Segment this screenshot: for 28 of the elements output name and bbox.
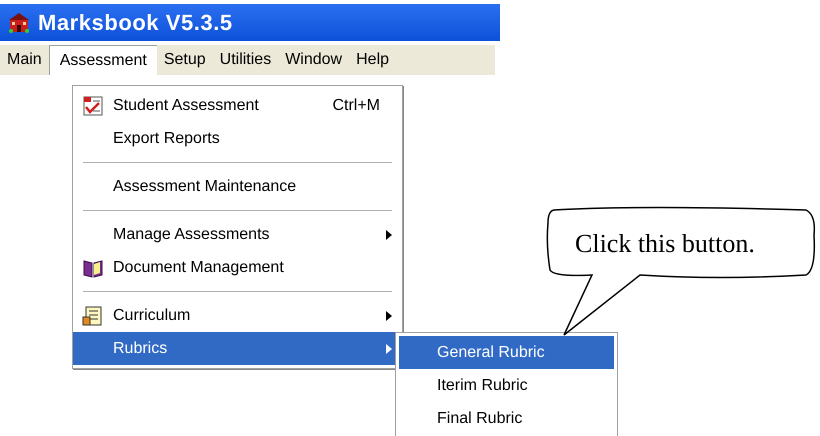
menu-item-label: Student Assessment — [113, 96, 260, 116]
menu-bar-item[interactable]: Window — [278, 45, 350, 75]
menu-item-label: Curriculum — [113, 306, 192, 326]
menu-bar-item[interactable]: Utilities — [212, 45, 278, 75]
menu-item[interactable]: Curriculum — [73, 299, 402, 332]
menu-bar-item[interactable]: Help — [349, 45, 396, 75]
menu-item[interactable]: Export Reports — [73, 122, 402, 155]
menu-bar-item[interactable]: Setup — [156, 45, 213, 75]
menu-item-label: Rubrics — [113, 338, 168, 358]
menu-item-label: Document Management — [113, 258, 285, 278]
menu-item-label: Export Reports — [113, 128, 221, 148]
menu-item[interactable]: Iterim Rubric — [399, 369, 614, 402]
menu-item[interactable]: General Rubric — [399, 336, 614, 369]
menu-bar-item[interactable]: Main — [0, 45, 49, 75]
menu-item[interactable]: Document Management — [73, 251, 402, 284]
menu-bar-item[interactable]: Assessment — [48, 45, 157, 75]
document-icon — [82, 304, 104, 326]
menu-item-label: Manage Assessments — [113, 224, 271, 244]
menu-item-label: Assessment Maintenance — [113, 176, 298, 196]
callout-text: Click this button. — [575, 228, 755, 260]
menu-item[interactable]: Final Rubric — [399, 402, 614, 435]
checklist-icon — [82, 94, 104, 116]
school-building-icon — [8, 12, 30, 34]
window-title: Marksbook V5.3.5 — [38, 9, 233, 37]
menu-item[interactable]: Student Assessment Ctrl+M — [73, 89, 402, 122]
menu-item[interactable]: Assessment Maintenance — [73, 170, 402, 203]
shortcut-label: Ctrl+M — [332, 96, 380, 116]
menu-item[interactable]: Manage Assessments — [73, 218, 402, 251]
